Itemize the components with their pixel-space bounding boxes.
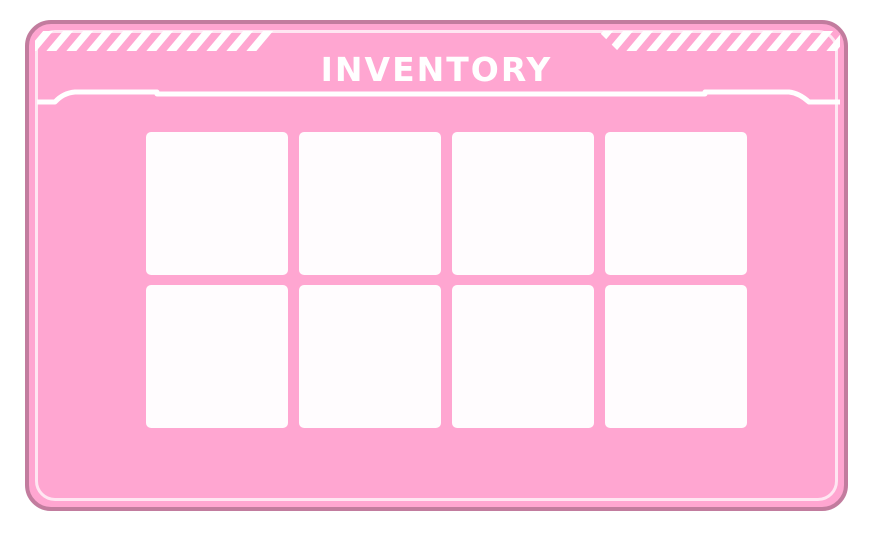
inventory-panel: INVENTORY bbox=[25, 20, 848, 511]
inventory-slot-6[interactable] bbox=[299, 285, 441, 428]
inventory-slot-2[interactable] bbox=[299, 132, 441, 275]
header-divider-line bbox=[37, 89, 840, 105]
inventory-slot-3[interactable] bbox=[452, 132, 594, 275]
left-hazard-stripes bbox=[35, 31, 283, 51]
inventory-slot-1[interactable] bbox=[146, 132, 288, 275]
inventory-slot-4[interactable] bbox=[605, 132, 747, 275]
inventory-slot-5[interactable] bbox=[146, 285, 288, 428]
inventory-grid bbox=[146, 132, 750, 428]
inventory-slot-8[interactable] bbox=[605, 285, 747, 428]
inventory-title: INVENTORY bbox=[320, 50, 553, 89]
inventory-slot-7[interactable] bbox=[452, 285, 594, 428]
right-hazard-stripes bbox=[598, 31, 840, 51]
